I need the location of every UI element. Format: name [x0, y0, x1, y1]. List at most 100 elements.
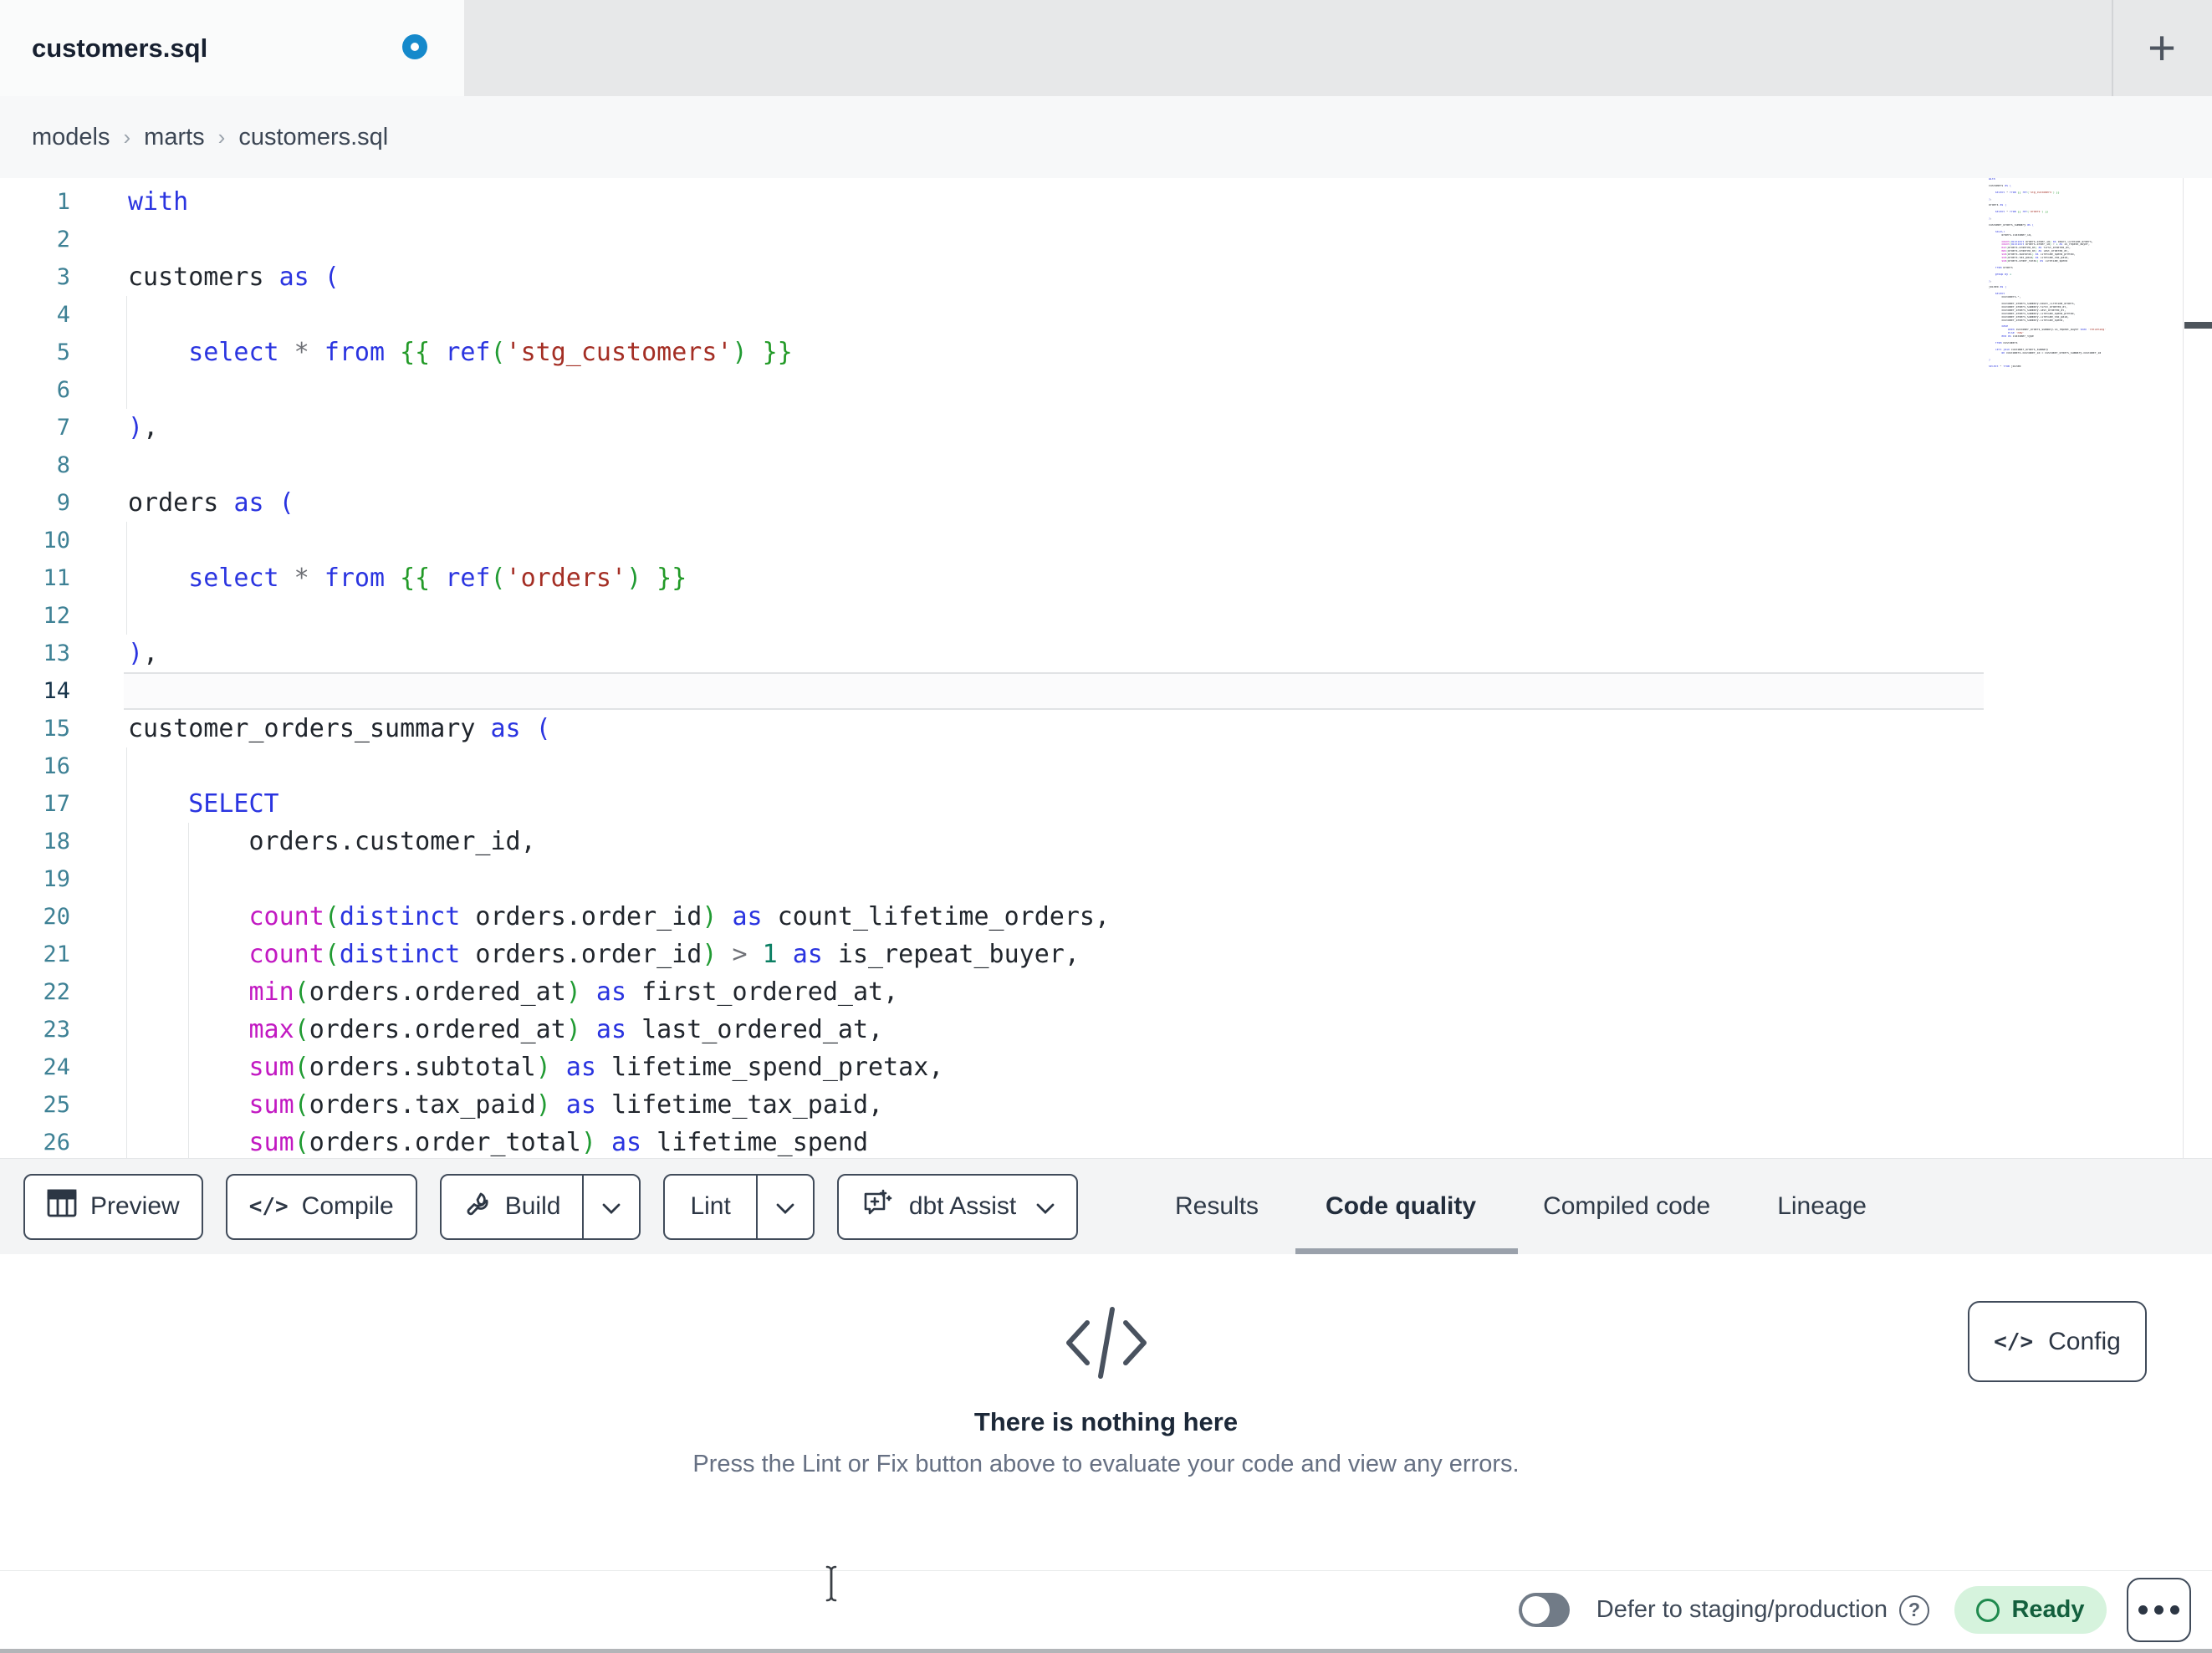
code-empty-state-icon — [0, 1304, 2212, 1385]
line-number: 6 — [56, 377, 70, 403]
tab-code-quality[interactable]: Code quality — [1326, 1192, 1476, 1221]
action-toolbar: Preview </> Compile Build Lint dbt Assis… — [0, 1158, 2212, 1254]
code-line[interactable] — [128, 672, 1110, 710]
minimap-line: select * from joined — [1989, 365, 2021, 368]
lint-label: Lint — [690, 1192, 731, 1220]
code-line[interactable] — [128, 597, 1110, 635]
result-tabs: Results Code quality Compiled code Lineage — [1175, 1159, 1867, 1254]
defer-toggle[interactable] — [1518, 1593, 1570, 1627]
code-line[interactable]: select * from {{ ref('stg_customers') }} — [128, 334, 1110, 371]
code-line[interactable] — [128, 860, 1110, 898]
breadcrumb-item-models[interactable]: models — [32, 124, 110, 151]
code-line[interactable] — [128, 221, 1110, 258]
empty-state-subtitle: Press the Lint or Fix button above to ev… — [692, 1451, 1520, 1477]
tabbar-divider — [2112, 0, 2113, 96]
breadcrumb-item-marts[interactable]: marts — [144, 124, 205, 151]
code-line[interactable]: customers as ( — [128, 258, 1110, 296]
breadcrumb-item-customers-sql[interactable]: customers.sql — [238, 124, 388, 151]
code-line[interactable]: ), — [128, 635, 1110, 672]
new-tab-button[interactable]: + — [2133, 13, 2191, 82]
line-number: 12 — [43, 603, 70, 629]
assist-chat-sparkle-icon — [861, 1186, 894, 1227]
toggle-knob — [1521, 1596, 1550, 1624]
build-button[interactable]: Build — [439, 1173, 641, 1240]
config-label: Config — [2048, 1327, 2121, 1355]
code-line[interactable]: select * from {{ ref('orders') }} — [128, 559, 1110, 597]
line-number: 15 — [43, 716, 70, 742]
editor-right-divider — [2183, 178, 2184, 1158]
code-line[interactable]: with — [128, 183, 1110, 221]
code-icon: </> — [248, 1194, 289, 1219]
tab-title: customers.sql — [32, 33, 208, 63]
line-number: 11 — [43, 565, 70, 591]
line-number: 14 — [43, 678, 70, 704]
code-line[interactable]: count(distinct orders.order_id) > 1 as i… — [128, 936, 1110, 973]
breadcrumb-bar: models›marts›customers.sql Save — [0, 96, 2212, 266]
line-number-gutter: 1 2 3 4 5 6 7 8 9 10 11 12 13 14 15 16 17 18 19 20 21 22 23 24 2… — [0, 183, 70, 1158]
line-number: 24 — [43, 1054, 70, 1080]
ready-status-badge: Ready — [1954, 1586, 2107, 1634]
line-number: 3 — [56, 264, 70, 290]
lint-dropdown-button[interactable] — [755, 1175, 813, 1238]
status-circle-icon — [1976, 1598, 2000, 1622]
build-dropdown-button[interactable] — [582, 1175, 639, 1238]
line-number: 22 — [43, 979, 70, 1005]
code-line[interactable]: orders as ( — [128, 484, 1110, 522]
tab-compiled-code[interactable]: Compiled code — [1543, 1192, 1710, 1221]
help-icon[interactable]: ? — [1899, 1594, 1929, 1625]
table-icon — [47, 1189, 77, 1224]
minimap[interactable]: with customers as ( select * from {{ ref… — [1989, 178, 2121, 368]
ready-label: Ready — [2011, 1596, 2085, 1623]
compile-label: Compile — [301, 1192, 394, 1220]
code-line[interactable]: sum(orders.subtotal) as lifetime_spend_p… — [128, 1048, 1110, 1086]
empty-state-title: There is nothing here — [973, 1407, 1239, 1436]
line-number: 8 — [56, 452, 70, 478]
dbt-assist-button[interactable]: dbt Assist — [836, 1173, 1079, 1240]
line-number: 4 — [56, 302, 70, 328]
code-line[interactable]: sum(orders.tax_paid) as lifetime_tax_pai… — [128, 1086, 1110, 1124]
ellipsis-icon — [2138, 1605, 2148, 1615]
tab-results[interactable]: Results — [1175, 1192, 1259, 1221]
defer-label: Defer to staging/production — [1596, 1596, 1888, 1623]
line-number: 17 — [43, 791, 70, 817]
code-line[interactable]: orders.customer_id, — [128, 823, 1110, 860]
line-number: 1 — [56, 189, 70, 215]
scrollbar-thumb[interactable] — [2184, 322, 2212, 329]
tab-lineage[interactable]: Lineage — [1777, 1192, 1867, 1221]
tab-customers-sql[interactable]: customers.sql — [0, 0, 464, 96]
line-number: 5 — [56, 339, 70, 365]
more-options-button[interactable] — [2127, 1578, 2191, 1642]
code-content[interactable]: with customers as ( select * from {{ ref… — [128, 183, 1110, 1158]
code-line[interactable]: SELECT — [128, 785, 1110, 823]
breadcrumb: models › marts › customers.sql — [32, 96, 388, 178]
line-number: 13 — [43, 640, 70, 666]
code-line[interactable]: customer_orders_summary as ( — [128, 710, 1110, 747]
compile-button[interactable]: </> Compile — [225, 1173, 417, 1240]
code-line[interactable] — [128, 296, 1110, 334]
code-line[interactable]: sum(orders.order_total) as lifetime_spen… — [128, 1124, 1110, 1158]
preview-label: Preview — [90, 1192, 180, 1220]
indent-guide — [126, 522, 127, 635]
editor-tab-bar: customers.sql + — [0, 0, 2212, 96]
preview-button[interactable]: Preview — [23, 1173, 203, 1240]
plus-icon: + — [2148, 20, 2176, 75]
code-editor[interactable]: 1 2 3 4 5 6 7 8 9 10 11 12 13 14 15 16 17 18 19 20 21 22 23 24 2… — [0, 178, 2212, 1158]
status-bar: Defer to staging/production ? Ready — [0, 1570, 2212, 1649]
build-label: Build — [504, 1192, 561, 1220]
code-line[interactable]: ), — [128, 409, 1110, 446]
code-line[interactable]: min(orders.ordered_at) as first_ordered_… — [128, 973, 1110, 1011]
code-line[interactable] — [128, 446, 1110, 484]
line-number: 7 — [56, 415, 70, 441]
indent-guide — [126, 747, 127, 1158]
code-line[interactable] — [128, 371, 1110, 409]
code-line[interactable]: max(orders.ordered_at) as last_ordered_a… — [128, 1011, 1110, 1048]
code-line[interactable] — [128, 522, 1110, 559]
line-number: 23 — [43, 1017, 70, 1043]
line-number: 9 — [56, 490, 70, 516]
code-line[interactable]: count(distinct orders.order_id) as count… — [128, 898, 1111, 936]
unsaved-changes-indicator — [402, 34, 427, 59]
config-button[interactable]: </> Config — [1968, 1301, 2147, 1382]
line-number: 2 — [56, 227, 70, 253]
lint-button[interactable]: Lint — [663, 1173, 815, 1240]
code-line[interactable] — [128, 747, 1110, 785]
